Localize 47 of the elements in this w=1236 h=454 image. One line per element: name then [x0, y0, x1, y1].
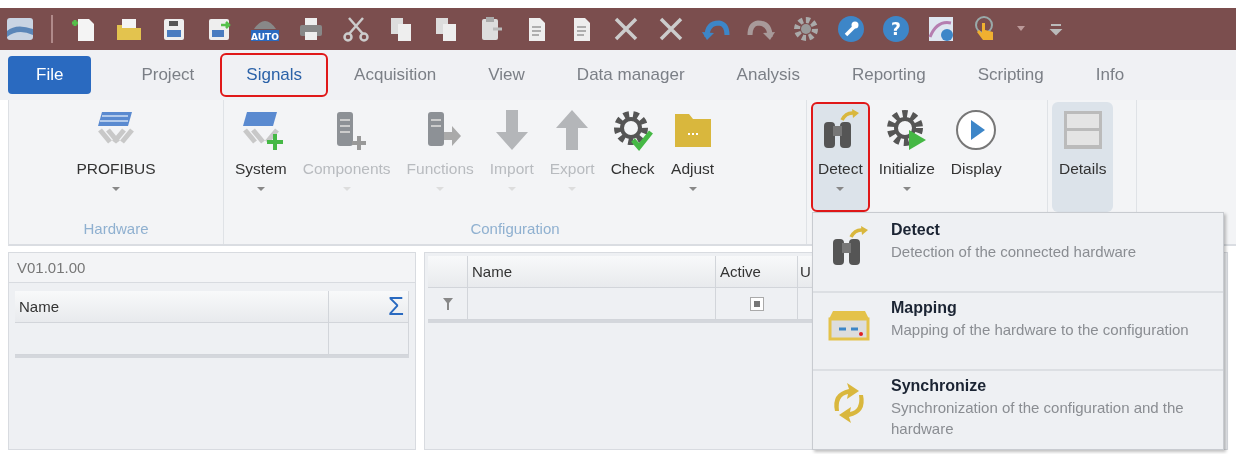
group-label: Configuration: [469, 219, 561, 239]
sum-button[interactable]: Σ: [329, 291, 409, 323]
group-label: Hardware: [82, 219, 150, 239]
gear-icon[interactable]: [792, 15, 820, 43]
menu-item-title: Mapping: [891, 299, 958, 317]
column-header: Name: [15, 291, 329, 323]
ribbon-tab[interactable]: Reporting: [825, 53, 952, 97]
ribbon-button[interactable]: Adjust: [663, 102, 722, 212]
menu-item[interactable]: Synchronize Synchronization of the configuration and the hardware: [813, 371, 1223, 447]
ribbon-tab[interactable]: Acquisition: [328, 53, 463, 97]
ribbon-button[interactable]: System: [228, 102, 294, 212]
menu-item-title: Detect: [891, 221, 941, 239]
menu-item-title: Synchronize: [891, 377, 988, 395]
ribbon-button[interactable]: Initialize: [871, 102, 942, 212]
panel-title: V01.01.00: [9, 253, 415, 283]
printer-icon[interactable]: [297, 15, 325, 43]
app-logo-icon[interactable]: [6, 15, 34, 43]
ribbon-tab[interactable]: Project: [115, 53, 221, 97]
help-icon[interactable]: ?: [882, 15, 910, 43]
wrench-icon[interactable]: [837, 15, 865, 43]
file-menu-button[interactable]: File: [8, 56, 92, 94]
ribbon-button[interactable]: PROFIBUS: [69, 102, 163, 212]
menu-item-description: Synchronization of the configuration and the hardware: [891, 398, 1185, 439]
caret-icon[interactable]: [1017, 26, 1025, 32]
menu-item-description: Mapping of the hardware to the configuration: [891, 320, 1190, 340]
ribbon-button[interactable]: Check: [603, 102, 662, 212]
ribbon-tab[interactable]: View: [462, 53, 551, 97]
ribbon-tab[interactable]: Signals: [220, 53, 329, 97]
ribbon-button[interactable]: Display: [943, 102, 1009, 212]
info-icon[interactable]: [927, 15, 955, 43]
menu-item[interactable]: Detect Detection of the connected hardware: [813, 215, 1223, 293]
menu-item[interactable]: Mapping Mapping of the hardware to the configuration: [813, 293, 1223, 371]
play-icon: [954, 108, 999, 152]
ribbon-button[interactable]: Details: [1052, 102, 1114, 212]
column-header[interactable]: Active: [716, 256, 798, 288]
cross-icon[interactable]: [612, 15, 640, 43]
filter-icon[interactable]: [442, 297, 453, 310]
column-header[interactable]: Name: [468, 256, 716, 288]
ribbon-tab[interactable]: Analysis: [710, 53, 826, 97]
ribbon-tab[interactable]: Data manager: [550, 53, 711, 97]
scissors-icon[interactable]: [342, 15, 370, 43]
ribbon-button[interactable]: Detect: [811, 102, 870, 212]
ribbon-tab[interactable]: Scripting: [951, 53, 1070, 97]
menu-item-description: Detection of the connected hardware: [891, 242, 1138, 262]
ribbon-tab[interactable]: Info: [1069, 53, 1151, 97]
checkbox[interactable]: [749, 296, 764, 311]
cross-icon[interactable]: [657, 15, 685, 43]
